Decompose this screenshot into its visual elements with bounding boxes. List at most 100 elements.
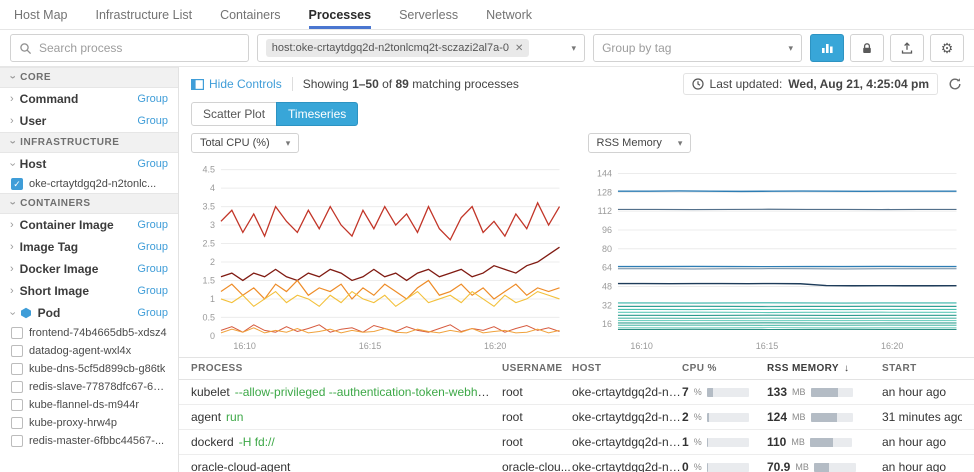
process-args: -H fd:// [238, 435, 275, 449]
pod-checkbox-item[interactable]: redis-slave-77878dfc67-6d... [0, 378, 178, 396]
nav-processes[interactable]: Processes [308, 0, 372, 29]
facet-docker-image[interactable]: › Docker Image Group [0, 258, 178, 280]
svg-text:1.5: 1.5 [202, 275, 214, 285]
header-username[interactable]: USERNAME [502, 363, 572, 374]
svg-text:0: 0 [210, 331, 215, 341]
hide-controls-link[interactable]: Hide Controls [191, 77, 282, 91]
svg-text:1: 1 [210, 294, 215, 304]
facet-short-image[interactable]: › Short Image Group [0, 280, 178, 302]
table-row[interactable]: kubelet --allow-privileged --authenticati… [179, 380, 974, 405]
svg-text:0.5: 0.5 [202, 312, 214, 322]
group-by-image-tag-link[interactable]: Group [137, 241, 168, 253]
cell-host: oke-crtaytdgq2d-n2... [572, 385, 682, 399]
memory-metric-select[interactable]: RSS Memory ▾ [587, 133, 692, 153]
cpu-bar [706, 462, 749, 472]
pod-checkbox-item[interactable]: frontend-74b4665db5-xdsz4 [0, 324, 178, 342]
group-by-host-link[interactable]: Group [137, 158, 168, 170]
search-box[interactable] [10, 34, 249, 62]
group-by-user-link[interactable]: Group [137, 115, 168, 127]
header-process[interactable]: PROCESS [191, 363, 502, 374]
group-by-docker-image-link[interactable]: Group [137, 263, 168, 275]
section-infrastructure[interactable]: › INFRASTRUCTURE [0, 132, 178, 153]
svg-text:2.5: 2.5 [202, 239, 214, 249]
section-core[interactable]: › CORE [0, 67, 178, 88]
settings-button[interactable]: ⚙ [930, 34, 964, 62]
group-by-tag-select[interactable]: Group by tag ▾ [593, 34, 802, 62]
section-containers[interactable]: › CONTAINERS [0, 193, 178, 214]
group-by-container-image-link[interactable]: Group [137, 219, 168, 231]
header-rss-memory[interactable]: RSS MEMORY ↓ [767, 363, 882, 374]
nav-infrastructure-list[interactable]: Infrastructure List [96, 0, 193, 29]
cell-start: an hour ago [882, 435, 947, 449]
table-header: PROCESS USERNAME HOST CPU % RSS MEMORY ↓… [179, 358, 974, 380]
table-row[interactable]: dockerd -H fd:// root oke-crtaytdgq2d-n2.… [179, 430, 974, 455]
facet-image-tag[interactable]: › Image Tag Group [0, 236, 178, 258]
last-updated[interactable]: Last updated: Wed, Aug 21, 4:25:04 pm [682, 73, 938, 95]
timeseries-view-button[interactable] [810, 34, 844, 62]
facet-pod[interactable]: › Pod Group [0, 302, 178, 324]
lock-button[interactable] [850, 34, 884, 62]
search-icon [20, 42, 32, 54]
showing-of: of [382, 77, 393, 91]
pod-checkbox-item[interactable]: kube-flannel-ds-m944r [0, 396, 178, 414]
facet-container-image[interactable]: › Container Image Group [0, 214, 178, 236]
checkbox-unchecked[interactable] [11, 327, 23, 339]
chevron-right-icon: › [10, 114, 14, 127]
search-input[interactable] [39, 41, 240, 55]
checkbox-checked[interactable]: ✓ [11, 178, 23, 190]
group-by-pod-link[interactable]: Group [137, 307, 168, 319]
checkbox-unchecked[interactable] [11, 435, 23, 447]
table-row[interactable]: oracle-cloud-agent oracle-clou... oke-cr… [179, 455, 974, 472]
host-checkbox-label: oke-crtaytdgq2d-n2tonlc... [29, 178, 157, 190]
svg-text:4: 4 [210, 183, 215, 193]
checkbox-unchecked[interactable] [11, 417, 23, 429]
tab-scatter-plot[interactable]: Scatter Plot [191, 102, 278, 126]
pod-checkbox-item[interactable]: kube-proxy-hrw4p [0, 414, 178, 432]
pod-checkbox-label: kube-dns-5cf5d899cb-g86tk [29, 363, 166, 375]
bar-chart-icon [821, 44, 833, 53]
header-host[interactable]: HOST [572, 363, 682, 374]
pod-checkbox-item[interactable]: datadog-agent-wxl4x [0, 342, 178, 360]
process-table: PROCESS USERNAME HOST CPU % RSS MEMORY ↓… [179, 357, 974, 472]
pod-checkbox-item[interactable]: kube-dns-5cf5d899cb-g86tk [0, 360, 178, 378]
refresh-button[interactable] [948, 77, 962, 91]
header-cpu[interactable]: CPU % [682, 363, 767, 374]
facet-docker-image-label: Docker Image [19, 262, 99, 276]
pod-checkbox-item[interactable]: redis-master-6fbbc44567-... [0, 432, 178, 450]
cell-start: an hour ago [882, 385, 947, 399]
nav-host-map[interactable]: Host Map [14, 0, 68, 29]
checkbox-unchecked[interactable] [11, 363, 23, 375]
showing-count: Showing 1–50 of 89 matching processes [303, 77, 519, 91]
export-button[interactable] [890, 34, 924, 62]
nav-containers[interactable]: Containers [220, 0, 280, 29]
facet-command[interactable]: › Command Group [0, 88, 178, 110]
cell-cpu-unit: % [693, 437, 702, 447]
upload-icon [901, 42, 913, 54]
host-filter-checkbox-item[interactable]: ✓ oke-crtaytdgq2d-n2tonlc... [0, 175, 178, 193]
cell-start: 31 minutes ago [882, 410, 962, 424]
host-filter-select[interactable]: host:oke-crtaytdgq2d-n2tonlcmq2t-sczazi2… [256, 34, 586, 62]
group-by-command-link[interactable]: Group [137, 93, 168, 105]
group-by-short-image-link[interactable]: Group [137, 285, 168, 297]
chevron-right-icon: › [10, 262, 14, 275]
cpu-usage-chart[interactable]: 0 0.5 1 1.5 2 2.5 3 3.5 4 4.5 16:10 16:15 16:20 [191, 156, 566, 352]
checkbox-unchecked[interactable] [11, 345, 23, 357]
facet-host[interactable]: › Host Group [0, 153, 178, 175]
facet-container-image-label: Container Image [19, 218, 114, 232]
facet-user[interactable]: › User Group [0, 110, 178, 132]
hide-controls-label: Hide Controls [209, 77, 282, 91]
checkbox-unchecked[interactable] [11, 399, 23, 411]
rss-memory-chart[interactable]: 16 32 48 64 80 96 112 128 144 16:10 16:15 16:20 [588, 156, 963, 352]
header-start[interactable]: START [882, 363, 962, 374]
cpu-metric-select[interactable]: Total CPU (%) ▾ [191, 133, 300, 153]
cell-cpu-unit: % [693, 462, 702, 472]
view-tabs: Scatter Plot Timeseries [179, 99, 974, 133]
table-row[interactable]: agent run root oke-crtaytdgq2d-n2... 2% 1… [179, 405, 974, 430]
tab-timeseries[interactable]: Timeseries [276, 102, 359, 126]
nav-serverless[interactable]: Serverless [399, 0, 458, 29]
svg-text:144: 144 [596, 169, 611, 179]
nav-network[interactable]: Network [486, 0, 532, 29]
remove-tag-icon[interactable]: ✕ [515, 43, 523, 54]
showing-total: 89 [395, 77, 409, 91]
checkbox-unchecked[interactable] [11, 381, 23, 393]
